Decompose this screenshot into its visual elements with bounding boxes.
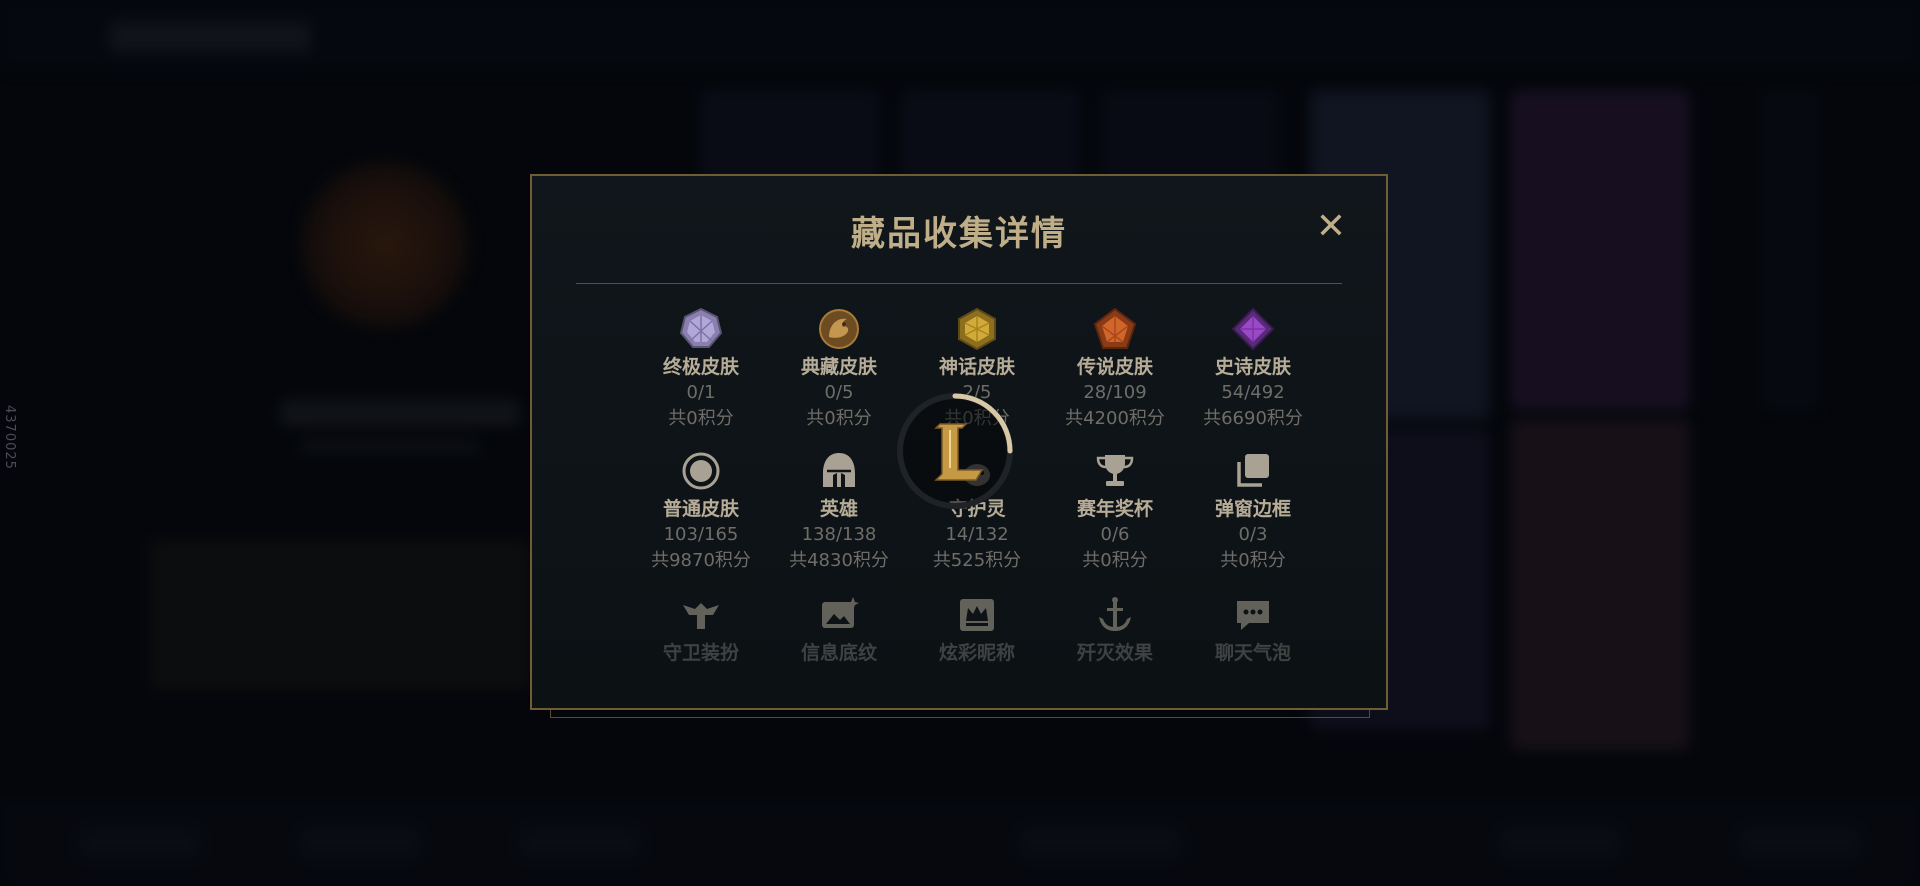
item-name: 炫彩昵称 — [938, 642, 1015, 664]
epic-gem-icon — [1230, 306, 1276, 352]
side-id-text: 4370025 — [2, 405, 17, 470]
trophy-icon — [1092, 448, 1138, 494]
collection-item[interactable]: 典藏皮肤 0/5 共0积分 — [770, 306, 908, 432]
item-count: 14/132 — [945, 524, 1009, 545]
legendary-gem-icon — [1092, 306, 1138, 352]
item-name: 弹窗边框 — [1214, 498, 1291, 520]
item-count: 28/109 — [1083, 382, 1147, 403]
chat-bubble-icon — [1230, 592, 1276, 638]
item-count: 0/5 — [824, 382, 854, 403]
anchor-effect-icon — [1092, 592, 1138, 638]
item-points: 共0积分 — [1082, 550, 1148, 571]
item-count: 54/492 — [1221, 382, 1285, 403]
item-name: 信息底纹 — [800, 642, 877, 664]
collection-item[interactable]: 终极皮肤 0/1 共0积分 — [632, 306, 770, 432]
item-points: 共4200积分 — [1065, 408, 1165, 429]
collection-item[interactable]: 信息底纹 — [770, 592, 908, 666]
collection-item[interactable]: 弹窗边框 0/3 共0积分 — [1184, 448, 1322, 574]
modal-bottom-trim — [550, 710, 1370, 718]
item-count: 138/138 — [801, 524, 877, 545]
item-count: 0/1 — [686, 382, 716, 403]
dragon-medallion-icon — [816, 306, 862, 352]
item-name: 普通皮肤 — [662, 498, 739, 520]
item-points: 共6690积分 — [1203, 408, 1303, 429]
item-name: 终极皮肤 — [662, 356, 739, 378]
item-name: 神话皮肤 — [938, 356, 1015, 378]
crown-nameplate-icon — [954, 592, 1000, 638]
collection-item[interactable]: 英雄 138/138 共4830积分 — [770, 448, 908, 574]
item-points: 共9870积分 — [651, 550, 751, 571]
item-count: 0/3 — [1238, 524, 1268, 545]
helmet-icon — [816, 448, 862, 494]
circle-ring-icon — [678, 448, 724, 494]
mythic-gem-icon — [954, 306, 1000, 352]
item-name: 史诗皮肤 — [1214, 356, 1291, 378]
item-count: 103/165 — [663, 524, 739, 545]
close-button[interactable]: ✕ — [1314, 209, 1348, 245]
item-points: 共525积分 — [932, 550, 1022, 571]
collection-item[interactable]: 炫彩昵称 — [908, 592, 1046, 666]
collection-item[interactable]: 普通皮肤 103/165 共9870积分 — [632, 448, 770, 574]
item-count: 0/6 — [1100, 524, 1130, 545]
item-points: 共4830积分 — [789, 550, 889, 571]
item-points: 共0积分 — [806, 408, 872, 429]
item-points: 共0积分 — [668, 408, 734, 429]
modal-title: 藏品收集详情 — [851, 214, 1067, 254]
item-name: 守卫装扮 — [662, 642, 739, 664]
collection-item[interactable]: 歼灭效果 — [1046, 592, 1184, 666]
stacked-frames-icon — [1230, 448, 1276, 494]
item-name: 赛年奖杯 — [1076, 498, 1153, 520]
item-name: 典藏皮肤 — [800, 356, 877, 378]
item-name: 传说皮肤 — [1076, 356, 1153, 378]
collection-item[interactable]: 传说皮肤 28/109 共4200积分 — [1046, 306, 1184, 432]
item-name: 英雄 — [819, 498, 858, 520]
ward-skin-icon — [678, 592, 724, 638]
title-divider — [576, 283, 1342, 284]
loading-spinner — [892, 388, 1018, 514]
ultimate-gem-icon — [678, 306, 724, 352]
collection-item[interactable]: 聊天气泡 — [1184, 592, 1322, 666]
collection-item[interactable]: 守卫装扮 — [632, 592, 770, 666]
item-name: 聊天气泡 — [1214, 642, 1291, 664]
banner-image-icon — [816, 592, 862, 638]
collection-item[interactable]: 史诗皮肤 54/492 共6690积分 — [1184, 306, 1322, 432]
item-name: 歼灭效果 — [1076, 642, 1153, 664]
item-points: 共0积分 — [1220, 550, 1286, 571]
collection-item[interactable]: 赛年奖杯 0/6 共0积分 — [1046, 448, 1184, 574]
